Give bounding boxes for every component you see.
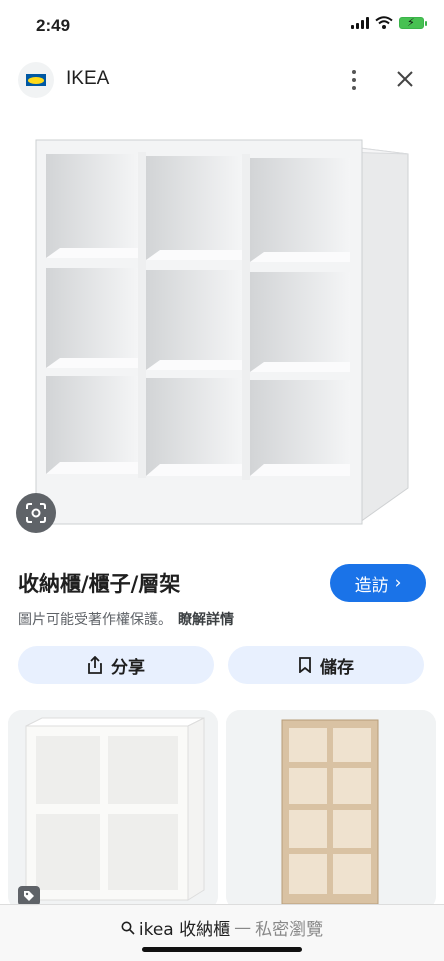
product-image[interactable] bbox=[0, 108, 444, 548]
site-name: IKEA bbox=[66, 68, 110, 89]
chevron-right-icon: › bbox=[394, 573, 402, 593]
status-time: 2:49 bbox=[36, 16, 71, 35]
more-icon[interactable] bbox=[344, 66, 364, 94]
address-query: ikea 收納櫃 bbox=[138, 920, 231, 940]
copyright-notice: 圖片可能受著作權保護。 瞭解詳情 bbox=[18, 609, 234, 629]
result-title: 收納櫃/櫃子/層架 bbox=[18, 572, 181, 596]
ikea-logo-icon bbox=[26, 74, 46, 86]
private-mode-label: 私密瀏覽 bbox=[255, 920, 324, 940]
lens-button[interactable] bbox=[16, 493, 56, 533]
save-label: 儲存 bbox=[320, 657, 354, 678]
bookmark-icon bbox=[299, 657, 311, 673]
bottom-address-bar[interactable]: ikea 收納櫃 — 私密瀏覽 bbox=[0, 904, 444, 961]
share-icon bbox=[88, 656, 102, 674]
lens-icon bbox=[26, 503, 46, 523]
tag-icon bbox=[18, 886, 40, 906]
address-separator: — bbox=[234, 917, 252, 938]
visit-label: 造訪 bbox=[354, 575, 389, 596]
white-shelf-illustration bbox=[8, 710, 218, 910]
address-field[interactable]: ikea 收納櫃 — 私密瀏覽 bbox=[0, 915, 444, 940]
close-icon[interactable] bbox=[393, 67, 417, 91]
related-image-2[interactable] bbox=[226, 710, 436, 910]
save-button[interactable]: 儲存 bbox=[228, 646, 424, 684]
signal-icon bbox=[351, 16, 369, 29]
search-icon bbox=[121, 921, 135, 935]
share-button[interactable]: 分享 bbox=[18, 646, 214, 684]
wifi-icon bbox=[375, 16, 393, 29]
learn-more-link[interactable]: 瞭解詳情 bbox=[178, 612, 234, 628]
battery-icon: ⚡ bbox=[399, 16, 427, 29]
share-label: 分享 bbox=[111, 657, 145, 678]
header: IKEA bbox=[0, 52, 444, 108]
visit-button[interactable]: 造訪 › bbox=[330, 564, 426, 602]
wood-shelf-illustration bbox=[226, 710, 436, 910]
status-icons: ⚡ bbox=[351, 16, 427, 29]
related-image-1[interactable] bbox=[8, 710, 218, 910]
copyright-text: 圖片可能受著作權保護。 bbox=[18, 612, 172, 628]
site-logo bbox=[18, 62, 54, 98]
status-bar: 2:49 ⚡ bbox=[0, 0, 444, 52]
home-indicator[interactable] bbox=[142, 947, 302, 952]
shelf-illustration bbox=[35, 139, 409, 525]
